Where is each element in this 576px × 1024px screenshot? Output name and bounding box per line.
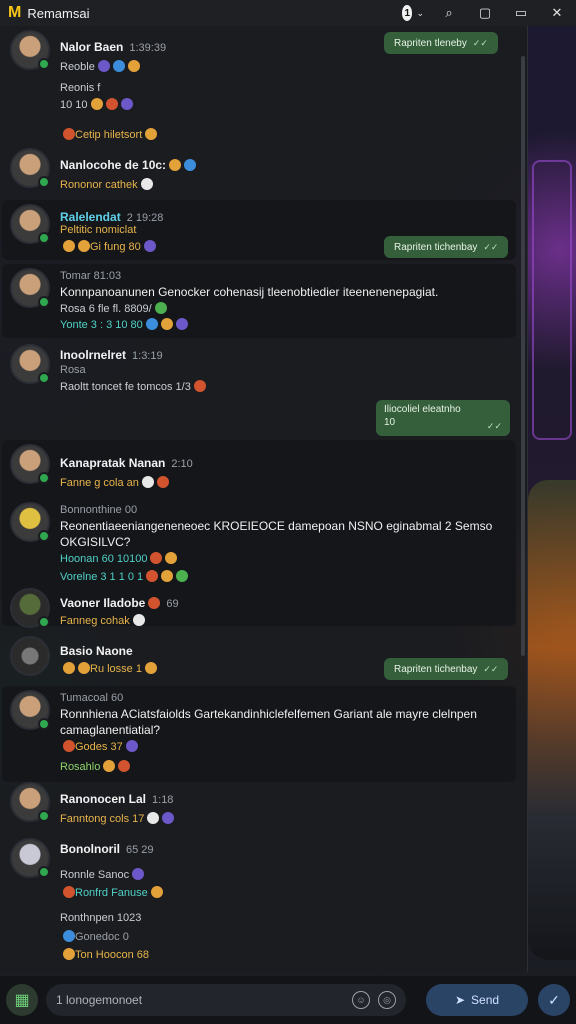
message-body: Reonentiaeeniangeneneoec KROEIEOCE damep… xyxy=(60,519,493,549)
message-timestamp: Bonnonthine 00 xyxy=(60,504,138,516)
status-dot xyxy=(38,718,50,730)
message-author: Basio Naone xyxy=(60,644,133,658)
status-dot xyxy=(38,58,50,70)
message-line: Fanne g cola an xyxy=(60,476,169,489)
avatar[interactable] xyxy=(10,268,50,308)
notification-count-badge: 1 xyxy=(402,5,413,21)
message-line: Ronfrd Fanuse xyxy=(60,886,163,899)
avatar[interactable] xyxy=(10,690,50,730)
reply-bubble[interactable]: Rapriten tichenbay ✓✓ xyxy=(384,658,509,680)
message-author: Vaoner Iladobe 69 xyxy=(60,596,179,610)
message-line: Gi fung 80 xyxy=(60,240,156,253)
message-item[interactable]: Inoolrnelret 1:3:19 Rosa Raoltt toncet fe… xyxy=(0,344,518,404)
message-line: Rosa 6 fle fl. 8809/ xyxy=(60,302,167,315)
avatar[interactable] xyxy=(10,444,50,484)
message-line: Fanntong cols 17 xyxy=(60,812,175,825)
notifications-button[interactable]: 1 ⌄ xyxy=(402,2,424,24)
message-item[interactable]: Bonolnoril 65 29 Ronnle Sanoc Ronfrd Fanu… xyxy=(0,838,518,972)
message-line: Ru losse 1 xyxy=(60,662,157,675)
message-author: Ralelendat 2 19:28 xyxy=(60,210,164,224)
status-dot xyxy=(38,530,50,542)
message-author: Ranonocen Lal 1:18 xyxy=(60,792,174,806)
message-item[interactable]: Kanapratak Nanan 2:10 Fanne g cola an xyxy=(0,444,518,504)
message-author: Kanapratak Nanan 2:10 xyxy=(60,456,193,470)
minimize-icon[interactable]: ▭ xyxy=(510,2,532,24)
status-dot xyxy=(38,616,50,628)
avatar[interactable] xyxy=(10,636,50,676)
message-item[interactable]: Bonnonthine 00 Reonentiaeeniangeneneoec … xyxy=(0,502,518,592)
message-line: 10 10 xyxy=(60,98,133,111)
avatar[interactable] xyxy=(10,30,50,70)
message-item[interactable]: Nanlocohe de 10c: Rononor cathek xyxy=(0,148,518,204)
attach-icon[interactable]: ◎ xyxy=(378,991,396,1009)
message-body: Konnpanoanunen Genocker cohenasij tleeno… xyxy=(60,285,439,299)
message-line: Peltitic nomiclat xyxy=(60,224,137,236)
message-line: Reonis f xyxy=(60,82,101,94)
background-neon-frame xyxy=(532,160,572,440)
send-icon: ➤ xyxy=(454,993,466,1007)
chat-panel[interactable]: Nalor Baen 1:39:39 Reoble Reonis f 10 10 … xyxy=(0,26,528,972)
send-label: Send xyxy=(471,993,500,1007)
message-timestamp: Tomar 81:03 xyxy=(60,270,122,282)
message-line: Vorelne 3 1 1 0 1 xyxy=(60,570,189,583)
emoji-icon[interactable]: ☺ xyxy=(352,991,370,1009)
message-line: Ronnle Sanoc xyxy=(60,868,145,881)
app-title: Remamsai xyxy=(27,5,90,21)
message-line: Gonedoc 0 xyxy=(60,930,129,943)
message-author: Nalor Baen 1:39:39 xyxy=(60,40,167,54)
message-line: Cetip hiletsort xyxy=(60,128,158,141)
message-line: Hoonan 60 10100 xyxy=(60,552,178,565)
composer-bar: ▦ 1 lonogemonoet ☺ ◎ ➤ Send ✓ xyxy=(0,976,576,1024)
message-item[interactable]: Ranonocen Lal 1:18 Fanntong cols 17 xyxy=(0,782,518,838)
avatar[interactable] xyxy=(10,588,50,628)
message-body: Ronnhiena ACiatsfaiolds Gartekandinhicle… xyxy=(60,707,477,737)
message-author: Nanlocohe de 10c: xyxy=(60,158,197,172)
avatar[interactable] xyxy=(10,502,50,542)
apps-grid-icon[interactable]: ▦ xyxy=(6,984,38,1016)
title-bar: M Remamsai 1 ⌄ ⌕ ▢ ▭ ✕ xyxy=(0,0,576,26)
reply-bubble[interactable]: Rapriten tichenbay ✓✓ xyxy=(384,236,509,258)
message-item[interactable]: Tomar 81:03 Konnpanoanunen Genocker cohe… xyxy=(0,268,518,338)
message-item[interactable]: Vaoner Iladobe 69 Fanneg cohak xyxy=(0,588,518,638)
avatar[interactable] xyxy=(10,204,50,244)
message-author: Inoolrnelret 1:3:19 xyxy=(60,348,163,362)
status-dot xyxy=(38,232,50,244)
shield-check-icon[interactable]: ✓ xyxy=(538,984,570,1016)
status-dot xyxy=(38,866,50,878)
status-dot xyxy=(38,176,50,188)
reply-bubble-large[interactable]: Iliocoliel eleatnho 10 ✓✓ xyxy=(376,400,510,436)
reply-bubble[interactable]: Rapriten tleneby ✓✓ xyxy=(384,32,498,54)
scrollbar[interactable] xyxy=(521,56,525,656)
message-item[interactable]: Tumacoal 60 Ronnhiena ACiatsfaiolds Gart… xyxy=(0,690,518,782)
message-line: Rosahlo xyxy=(60,760,131,773)
message-line: Rononor cathek xyxy=(60,178,153,191)
status-dot xyxy=(38,296,50,308)
message-line: Godes 37 xyxy=(60,740,138,753)
message-line: Reoble xyxy=(60,60,140,73)
message-line: Ronthnpen 1023 xyxy=(60,912,142,924)
status-dot xyxy=(38,472,50,484)
avatar[interactable] xyxy=(10,344,50,384)
message-input-placeholder: 1 lonogemonoet xyxy=(56,993,143,1007)
message-line: Yonte 3 : 3 10 80 xyxy=(60,318,188,331)
message-line: Raoltt toncet fe tomcos 1/3 xyxy=(60,380,206,393)
status-dot xyxy=(38,372,50,384)
window-icon[interactable]: ▢ xyxy=(474,2,496,24)
message-line: Ton Hoocon 68 xyxy=(60,948,149,961)
background-robot-figure xyxy=(528,480,576,960)
avatar[interactable] xyxy=(10,838,50,878)
avatar[interactable] xyxy=(10,782,50,822)
message-line: Fanneg cohak xyxy=(60,614,145,627)
message-timestamp: Tumacoal 60 xyxy=(60,692,124,704)
app-logo-icon: M xyxy=(8,4,22,21)
message-line: Rosa xyxy=(60,364,86,376)
avatar[interactable] xyxy=(10,148,50,188)
message-input[interactable]: 1 lonogemonoet ☺ ◎ xyxy=(46,984,406,1016)
search-icon[interactable]: ⌕ xyxy=(438,2,460,24)
message-author: Bonolnoril 65 29 xyxy=(60,842,154,856)
chevron-down-icon: ⌄ xyxy=(416,7,424,18)
status-dot xyxy=(38,810,50,822)
send-button[interactable]: ➤ Send xyxy=(426,984,528,1016)
close-icon[interactable]: ✕ xyxy=(546,2,568,24)
